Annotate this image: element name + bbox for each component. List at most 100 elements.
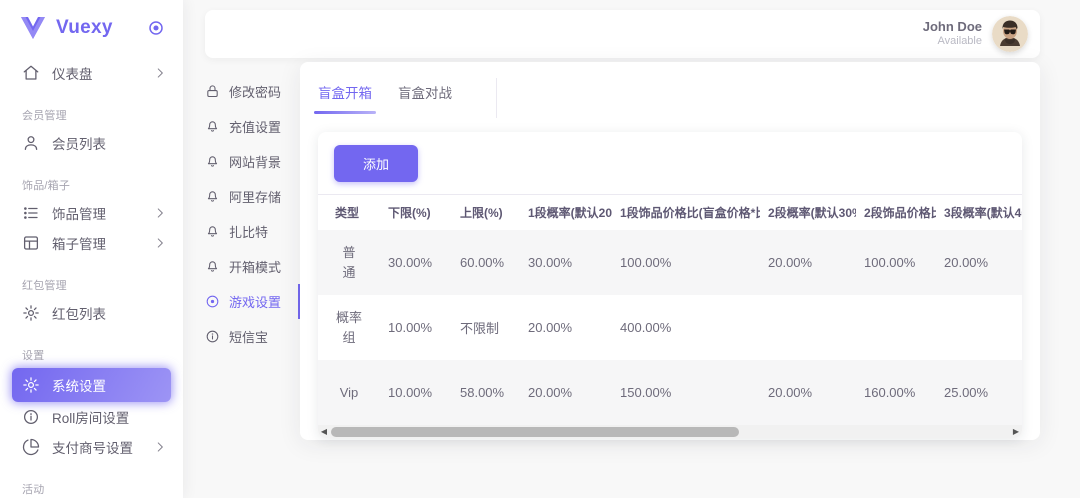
cell-value: 160.00% — [856, 360, 936, 425]
cell-value: 58.00% — [452, 360, 520, 425]
cell-value: 100.00% — [612, 230, 760, 295]
submenu-item-recharge-settings[interactable]: 充值设置 — [205, 109, 301, 144]
submenu-item-open-box-mode[interactable]: 开箱模式 — [205, 249, 301, 284]
brand-name: Vuexy — [56, 17, 147, 39]
sidebar-section-redpacket: 红包管理 — [0, 274, 183, 298]
add-button[interactable]: 添加 — [334, 145, 418, 182]
submenu-item-site-background[interactable]: 网站背景 — [205, 144, 301, 179]
user-info[interactable]: John Doe Available — [923, 19, 982, 49]
table-row[interactable]: 概率 组 10.00% 不限制 20.00% 400.00% — [318, 295, 1022, 360]
sidebar-section-activity: 活动 — [0, 478, 183, 498]
sidebar-item-member-list[interactable]: 会员列表 — [0, 128, 183, 158]
cell-value: 400.00% — [612, 295, 760, 360]
submenu-item-sms-bao[interactable]: 短信宝 — [205, 319, 301, 354]
sidebar-item-payment-merchant-settings[interactable]: 支付商号设置 — [0, 432, 183, 462]
scrollbar-thumb[interactable] — [331, 427, 739, 437]
avatar-image — [992, 16, 1028, 52]
cell-value: 20.00% — [760, 230, 856, 295]
cell-type: Vip — [318, 360, 380, 425]
brand-header: Vuexy — [0, 0, 183, 56]
main-sidebar: Vuexy 仪表盘 会员管理 会员列表 饰品/箱子 — [0, 0, 183, 498]
box-layout-icon — [22, 234, 40, 252]
cell-value: 10.00% — [380, 295, 452, 360]
menu-pin-toggle-icon[interactable] — [147, 19, 165, 37]
bell-icon — [205, 189, 220, 204]
settings-submenu: 修改密码 充值设置 网站背景 阿里存储 扎比特 开箱模式 — [205, 74, 301, 354]
cell-value: 60.00% — [452, 230, 520, 295]
lock-icon — [205, 84, 220, 99]
sidebar-item-system-settings[interactable]: 系统设置 — [12, 368, 171, 402]
cell-value: 30.00% — [520, 230, 612, 295]
col-header-seg3-probability: 3段概率(默认40%) — [936, 195, 1022, 231]
cell-type: 普 通 — [318, 230, 380, 295]
info-icon — [22, 408, 40, 426]
col-header-lower-limit: 下限(%) — [380, 195, 452, 231]
cell-value: 150.00% — [612, 360, 760, 425]
submenu-item-game-settings[interactable]: 游戏设置 — [205, 284, 301, 319]
cell-value: 20.00% — [936, 230, 1022, 295]
user-name: John Doe — [923, 19, 982, 35]
table-row[interactable]: Vip 10.00% 58.00% 20.00% 150.00% 20.00% … — [318, 360, 1022, 425]
col-header-seg2-price-ratio: 2段饰品价格比 — [856, 195, 936, 231]
bell-icon — [205, 259, 220, 274]
chevron-right-icon — [153, 66, 167, 80]
horizontal-scrollbar[interactable]: ◀ ▶ — [318, 425, 1022, 438]
scroll-left-arrow-icon[interactable]: ◀ — [318, 425, 330, 438]
cell-value: 不限制 — [452, 295, 520, 360]
gear-icon — [22, 304, 40, 322]
submenu-item-change-password[interactable]: 修改密码 — [205, 74, 301, 109]
info-icon — [205, 329, 220, 344]
home-icon — [22, 64, 40, 82]
tab-blindbox-open[interactable]: 盲盒开箱 — [318, 82, 372, 118]
table-header-row: 类型 下限(%) 上限(%) 1段概率(默认20%) 1段饰品价格比(盲盒价格*… — [318, 195, 1022, 231]
cell-value: 30.00% — [380, 230, 452, 295]
col-header-seg1-price-ratio: 1段饰品价格比(盲盒价格*比例) — [612, 195, 760, 231]
sidebar-section-settings: 设置 — [0, 344, 183, 368]
user-status: Available — [923, 35, 982, 49]
sidebar-item-roll-room-settings[interactable]: Roll房间设置 — [0, 402, 183, 432]
content-card: 盲盒开箱 盲盒对战 添加 类型 下限(%) 上限(%) 1段概率(默认2 — [300, 62, 1040, 440]
cell-value: 20.00% — [520, 295, 612, 360]
sidebar-item-redpacket-list[interactable]: 红包列表 — [0, 298, 183, 328]
sidebar-section-members: 会员管理 — [0, 104, 183, 128]
col-header-upper-limit: 上限(%) — [452, 195, 520, 231]
sidebar-item-dashboard[interactable]: 仪表盘 — [0, 58, 183, 88]
app-root: Vuexy 仪表盘 会员管理 会员列表 饰品/箱子 — [0, 0, 1080, 498]
cell-value: 10.00% — [380, 360, 452, 425]
sidebar-item-box-management[interactable]: 箱子管理 — [0, 228, 183, 258]
disc-icon — [205, 294, 220, 309]
tab-blindbox-battle[interactable]: 盲盒对战 — [398, 82, 452, 118]
sidebar-section-items-boxes: 饰品/箱子 — [0, 174, 183, 198]
col-header-type: 类型 — [318, 195, 380, 231]
cell-value — [760, 295, 856, 360]
list-icon — [22, 204, 40, 222]
table-toolbar: 添加 — [318, 132, 1022, 194]
gear-icon — [22, 376, 40, 394]
sidebar-nav: 仪表盘 会员管理 会员列表 饰品/箱子 饰品管理 — [0, 56, 183, 498]
user-icon — [22, 134, 40, 152]
tabs-bar: 盲盒开箱 盲盒对战 — [300, 62, 1040, 118]
card-bottom-padding — [300, 438, 1040, 454]
col-header-seg2-probability: 2段概率(默认30%) — [760, 195, 856, 231]
cell-value — [856, 295, 936, 360]
chevron-right-icon — [153, 206, 167, 220]
top-header: John Doe Available — [205, 10, 1040, 58]
chevron-right-icon — [153, 236, 167, 250]
avatar[interactable] — [992, 16, 1028, 52]
col-header-seg1-probability: 1段概率(默认20%) — [520, 195, 612, 231]
vuexy-logo-icon — [20, 17, 46, 39]
cell-value: 100.00% — [856, 230, 936, 295]
probability-table: 类型 下限(%) 上限(%) 1段概率(默认20%) 1段饰品价格比(盲盒价格*… — [318, 194, 1022, 425]
bell-icon — [205, 154, 220, 169]
sidebar-item-item-management[interactable]: 饰品管理 — [0, 198, 183, 228]
scroll-right-arrow-icon[interactable]: ▶ — [1010, 425, 1022, 438]
table-panel: 添加 类型 下限(%) 上限(%) 1段概率(默认20%) 1段饰品价格比(盲盒… — [318, 132, 1022, 438]
pie-chart-icon — [22, 438, 40, 456]
submenu-item-ali-storage[interactable]: 阿里存储 — [205, 179, 301, 214]
submenu-item-zhabite[interactable]: 扎比特 — [205, 214, 301, 249]
chevron-right-icon — [153, 440, 167, 454]
table-row[interactable]: 普 通 30.00% 60.00% 30.00% 100.00% 20.00% … — [318, 230, 1022, 295]
cell-value: 20.00% — [520, 360, 612, 425]
bell-icon — [205, 224, 220, 239]
cell-value: 25.00% — [936, 360, 1022, 425]
